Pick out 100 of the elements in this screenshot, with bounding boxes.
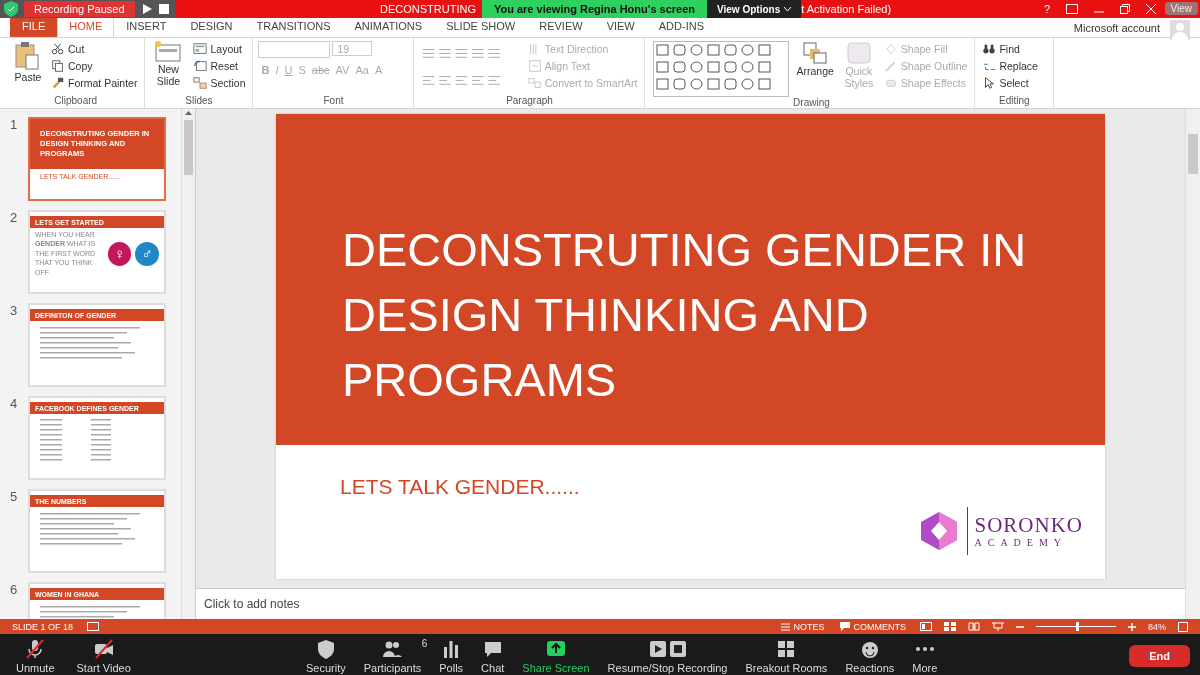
group-label: Drawing	[792, 97, 831, 110]
new-slide-button[interactable]: New Slide	[150, 41, 187, 95]
toolbar-button[interactable]: 6 Participants	[357, 637, 428, 674]
toolbar-button[interactable]: Start Video	[70, 637, 137, 674]
scrollbar-thumb[interactable]	[1188, 134, 1198, 174]
cursor-icon	[982, 76, 997, 90]
reading-view-icon[interactable]	[968, 622, 980, 631]
smartart-icon	[527, 76, 542, 90]
ribbon-tab[interactable]: TRANSITIONS	[244, 17, 343, 37]
window-title: t Activation Failed)	[801, 3, 892, 15]
group-label: Paragraph	[505, 95, 554, 108]
toolbar-button[interactable]: Breakout Rooms	[739, 637, 834, 674]
ribbon-command[interactable]: Reset	[191, 58, 248, 74]
ribbon-command[interactable]: Replace	[980, 58, 1040, 74]
notes-field[interactable]: Click to add notes	[196, 588, 1185, 619]
zoom-percentage[interactable]: 84%	[1148, 621, 1166, 632]
gender-symbol: ♂	[135, 241, 159, 266]
slide-number: 2	[10, 210, 19, 227]
ribbon-display-icon[interactable]	[1066, 4, 1078, 14]
zoom-in-icon[interactable]	[1128, 622, 1136, 631]
fit-slide-icon[interactable]	[1178, 621, 1188, 632]
recording-status: Recording Paused	[24, 1, 135, 17]
view-button[interactable]: View	[1164, 2, 1198, 15]
muted-microphone-icon	[24, 637, 47, 660]
clipboard-icon	[14, 41, 42, 71]
restore-icon[interactable]	[1120, 4, 1130, 14]
participant-count: 6	[421, 637, 428, 649]
ribbon-command[interactable]: Find	[980, 41, 1040, 57]
window-title: DECONSTRUTING	[380, 3, 476, 15]
slide-number: 1	[10, 117, 19, 134]
toolbar-button[interactable]: More	[906, 637, 944, 674]
stop-icon[interactable]	[158, 4, 169, 14]
end-meeting-button[interactable]: End	[1129, 644, 1190, 667]
toolbar-button[interactable]: Unmute	[10, 637, 61, 674]
toolbar-button[interactable]: Security	[300, 637, 352, 674]
ribbon-command[interactable]: Cut	[49, 41, 140, 57]
caret-icon	[784, 6, 792, 12]
toolbar-button[interactable]: Share Screen	[516, 637, 596, 674]
scissors-icon	[51, 42, 65, 56]
ribbon-tab[interactable]: INSERT	[114, 17, 179, 37]
toolbar-button[interactable]: Reactions	[839, 637, 901, 674]
binoculars-icon	[982, 42, 997, 56]
normal-view-icon[interactable]	[920, 622, 932, 631]
ribbon-tab[interactable]: FILE	[10, 17, 58, 37]
ribbon-tab[interactable]: HOME	[57, 17, 115, 37]
ribbon-command[interactable]: Copy	[49, 58, 140, 74]
paint-bucket-icon	[883, 42, 898, 56]
comments-button[interactable]: COMMENTS	[838, 618, 908, 635]
ribbon-tab[interactable]: SLIDE SHOW	[434, 17, 528, 37]
notes-icon	[781, 622, 791, 631]
help-button[interactable]: ?	[1043, 3, 1050, 15]
arrange-icon	[802, 41, 829, 65]
ribbon-tab[interactable]: VIEW	[594, 17, 647, 37]
scrollbar-thumb[interactable]	[184, 120, 193, 175]
ribbon-command[interactable]: Select	[980, 75, 1040, 91]
toolbar-button[interactable]: Polls	[433, 637, 470, 674]
slide-title: DECONSTRUTING GENDER IN DESIGN THINKING AND PROGRAMS	[276, 114, 1105, 445]
arrange-button[interactable]: Arrange	[794, 41, 836, 97]
sorter-view-icon[interactable]	[944, 622, 956, 631]
muted-camera-icon	[92, 637, 115, 660]
view-options-button[interactable]: View Options	[707, 0, 802, 18]
font-name-field[interactable]	[258, 41, 331, 58]
ribbon-tab[interactable]: REVIEW	[527, 17, 595, 37]
close-icon[interactable]	[1146, 4, 1156, 14]
paste-button[interactable]: Paste	[12, 41, 44, 95]
group-label: Slides	[184, 95, 214, 108]
more-icon	[913, 646, 936, 651]
toolbar-button[interactable]: Resume/Stop Recording	[601, 637, 734, 674]
ribbon-tab[interactable]: ADD-INS	[646, 17, 716, 37]
gender-symbol: ♀	[107, 241, 132, 266]
slide-number: 5	[10, 489, 19, 506]
group-label: Editing	[998, 95, 1031, 108]
play-icon[interactable]	[140, 3, 153, 15]
zoom-out-icon[interactable]	[1016, 625, 1024, 628]
ribbon-tab[interactable]: ANIMATIONS	[342, 17, 435, 37]
shapes-gallery-icon[interactable]	[653, 41, 790, 97]
zoom-slider-thumb[interactable]	[1076, 622, 1079, 631]
spellcheck-icon[interactable]	[87, 622, 100, 631]
align-text-icon	[527, 59, 542, 73]
reset-icon	[193, 59, 208, 73]
pencil-icon	[883, 59, 898, 73]
ribbon-command[interactable]: Format Painter	[49, 75, 140, 91]
layout-icon	[193, 42, 208, 56]
account-menu[interactable]: Microsoft account	[1073, 22, 1160, 37]
slide-number: 4	[10, 396, 19, 413]
brush-icon	[51, 76, 65, 90]
quick-styles-icon	[845, 41, 872, 65]
ribbon-command[interactable]: Section	[191, 75, 248, 91]
slide-number: 3	[10, 303, 19, 320]
slideshow-icon[interactable]	[992, 622, 1004, 631]
slide-subtitle: LETS TALK GENDER......	[340, 475, 580, 499]
logo-name: SORONKO	[974, 514, 1083, 536]
ribbon-command[interactable]: Layout	[191, 41, 248, 57]
copy-icon	[51, 59, 65, 73]
toolbar-button[interactable]: Chat	[475, 637, 511, 674]
ribbon-tab[interactable]: DESIGN	[178, 17, 245, 37]
shield-icon	[4, 1, 18, 17]
notes-button[interactable]: NOTES	[779, 618, 827, 635]
comment-icon	[840, 622, 851, 631]
new-slide-icon	[154, 41, 183, 63]
